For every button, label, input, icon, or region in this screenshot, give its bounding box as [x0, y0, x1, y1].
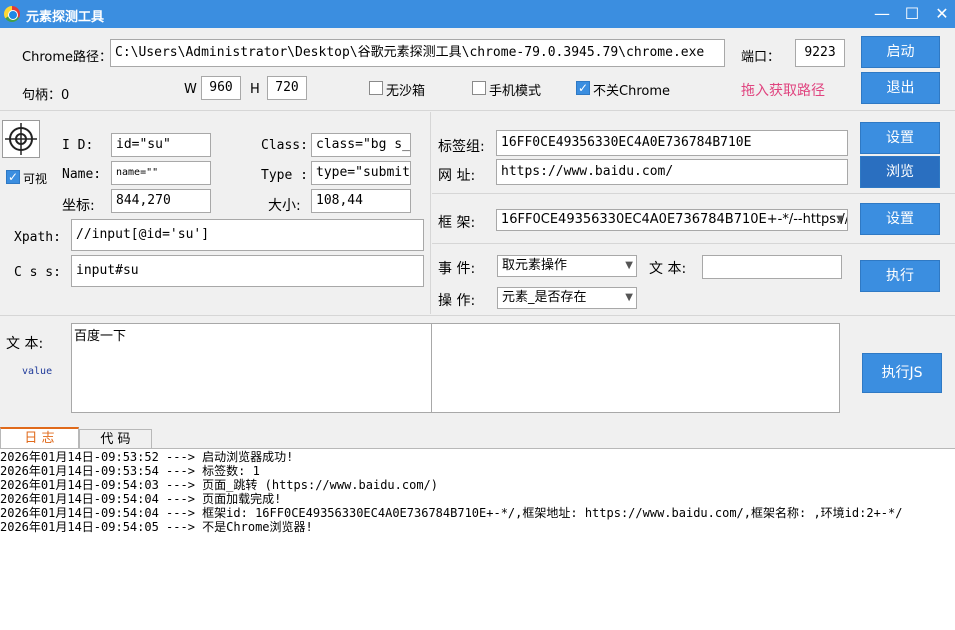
size-input[interactable]: 108,44 — [311, 189, 411, 213]
log-line: 2026年01月14日-09:53:54 ---> 标签数: 1 — [0, 464, 260, 478]
url-input[interactable]: https://www.baidu.com/ — [496, 159, 848, 185]
mobile-mode-checkbox[interactable] — [472, 81, 486, 95]
coord-label: 坐标: — [62, 198, 95, 214]
set-frame-button[interactable]: 设置 — [860, 203, 940, 235]
coord-input[interactable]: 844,270 — [111, 189, 211, 213]
window-title: 元素探测工具 — [26, 10, 105, 25]
no-close-chrome-label: 不关Chrome — [593, 84, 670, 99]
browse-button[interactable]: 浏览 — [860, 156, 940, 188]
port-label: 端口： — [741, 50, 781, 65]
start-button[interactable]: 启动 — [861, 36, 940, 68]
target-crosshair-icon[interactable] — [2, 120, 40, 158]
visible-label: 可视 — [23, 172, 48, 186]
name-input[interactable]: name="" — [111, 161, 211, 185]
name-label: Name: — [62, 167, 102, 182]
minimize-icon[interactable]: — — [872, 4, 892, 24]
no-sandbox-label: 无沙箱 — [386, 84, 426, 99]
w-label: W — [184, 82, 197, 97]
handle-label: 句柄：0 — [22, 88, 70, 103]
op-select-value: 元素_是否存在 — [502, 290, 587, 305]
divider — [0, 315, 955, 316]
id-label: I D: — [62, 138, 94, 153]
log-line: 2026年01月14日-09:54:04 ---> 框架id: 16FF0CE4… — [0, 506, 903, 520]
no-sandbox-checkbox[interactable] — [369, 81, 383, 95]
chrome-path-label: Chrome路径： — [22, 50, 112, 65]
frame-select[interactable]: 16FF0CE49356330EC4A0E736784B710E+-*/--ht… — [496, 209, 848, 231]
log-line: 2026年01月14日-09:54:05 ---> 不是Chrome浏览器! — [0, 520, 313, 534]
log-line: 2026年01月14日-09:54:03 ---> 页面_跳转 (https:/… — [0, 478, 439, 492]
action-text-label: 文 本: — [649, 261, 687, 277]
xpath-input[interactable]: //input[@id='su'] — [71, 219, 424, 251]
execute-button[interactable]: 执行 — [860, 260, 940, 292]
type-label: Type : — [261, 168, 308, 183]
height-input[interactable]: 720 — [267, 76, 307, 100]
event-select-value: 取元素操作 — [502, 258, 568, 273]
tab-log[interactable]: 日 志 — [0, 427, 79, 449]
js-textarea[interactable] — [431, 323, 840, 413]
content-textarea[interactable]: 百度一下 — [71, 323, 432, 413]
chrome-path-input[interactable]: C:\Users\Administrator\Desktop\谷歌元素探测工具\… — [110, 39, 725, 67]
chevron-down-icon: ▼ — [836, 214, 844, 225]
port-input[interactable]: 9223 — [795, 39, 845, 67]
op-label: 操 作: — [438, 293, 476, 309]
size-label: 大小: — [268, 198, 301, 214]
execute-js-button[interactable]: 执行JS — [862, 353, 942, 393]
title-bar: 元素探测工具 — ☐ ✕ — [0, 0, 955, 28]
drag-path-link[interactable]: 拖入获取路径 — [741, 80, 825, 100]
mobile-mode-label: 手机模式 — [489, 84, 542, 99]
log-panel: 2026年01月14日-09:53:52 ---> 启动浏览器成功! 2026年… — [0, 448, 955, 630]
url-label: 网 址: — [438, 168, 476, 184]
class-label: Class: — [261, 138, 308, 153]
op-select[interactable]: 元素_是否存在 ▼ — [497, 287, 637, 309]
visible-checkbox[interactable] — [6, 170, 20, 184]
action-text-input[interactable] — [702, 255, 842, 279]
chevron-down-icon: ▼ — [625, 292, 633, 303]
class-input[interactable]: class="bg s_bt — [311, 133, 411, 157]
tab-code[interactable]: 代 码 — [79, 429, 152, 449]
exit-button[interactable]: 退出 — [861, 72, 940, 104]
divider — [432, 193, 955, 194]
close-icon[interactable]: ✕ — [932, 4, 952, 24]
set-tab-button[interactable]: 设置 — [860, 122, 940, 154]
no-close-chrome-checkbox[interactable] — [576, 81, 590, 95]
log-line: 2026年01月14日-09:54:04 ---> 页面加载完成! — [0, 492, 282, 506]
content-text-label: 文 本: — [6, 336, 44, 352]
frame-select-value: 16FF0CE49356330EC4A0E736784B710E+-*/--ht… — [501, 212, 848, 227]
id-input[interactable]: id="su" — [111, 133, 211, 157]
tab-group-input[interactable]: 16FF0CE49356330EC4A0E736784B710E — [496, 130, 848, 156]
app-icon — [4, 6, 20, 22]
value-label: value — [22, 366, 53, 377]
event-label: 事 件: — [438, 261, 476, 277]
chevron-down-icon: ▼ — [625, 260, 633, 271]
divider — [0, 110, 955, 111]
event-select[interactable]: 取元素操作 ▼ — [497, 255, 637, 277]
tab-group-label: 标签组: — [438, 139, 485, 155]
css-label: C s s: — [14, 265, 61, 280]
css-input[interactable]: input#su — [71, 255, 424, 287]
log-line: 2026年01月14日-09:53:52 ---> 启动浏览器成功! — [0, 450, 294, 464]
maximize-icon[interactable]: ☐ — [902, 4, 922, 24]
divider — [432, 243, 955, 244]
vertical-divider — [430, 112, 431, 314]
frame-label: 框 架: — [438, 215, 476, 231]
type-input[interactable]: type="submit" — [311, 161, 411, 185]
xpath-label: Xpath: — [14, 230, 61, 245]
h-label: H — [250, 82, 260, 97]
width-input[interactable]: 960 — [201, 76, 241, 100]
